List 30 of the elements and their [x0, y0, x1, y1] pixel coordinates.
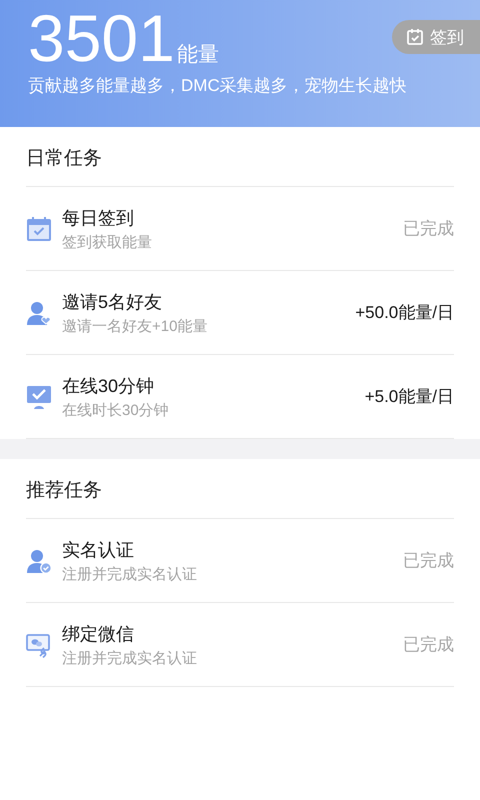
- task-description: 注册并完成实名认证: [62, 564, 198, 584]
- header-subtitle: 贡献越多能量越多，DMC采集越多，宠物生长越快: [28, 75, 408, 97]
- person-heart-icon: [26, 300, 52, 326]
- task-title: 邀请5名好友: [62, 290, 164, 314]
- task-title: 在线30分钟: [62, 374, 156, 398]
- monitor-check-icon: [26, 384, 52, 410]
- energy-unit: 能量: [176, 42, 219, 68]
- task-title: 绑定微信: [62, 622, 135, 646]
- task-description: 签到获取能量: [62, 232, 153, 252]
- task-row[interactable]: 实名认证 注册并完成实名认证 已完成: [26, 519, 454, 603]
- person-check-icon: [26, 548, 52, 574]
- completed-status: 已完成: [403, 550, 454, 572]
- calendar-check-icon: [406, 28, 424, 46]
- task-title: 实名认证: [62, 538, 135, 562]
- task-row[interactable]: 绑定微信 注册并完成实名认证 已完成: [26, 603, 454, 687]
- completed-status: 已完成: [403, 634, 454, 656]
- task-description: 邀请一名好友+10能量: [62, 316, 208, 336]
- task-row[interactable]: 邀请5名好友 邀请一名好友+10能量 +50.0能量/日: [26, 271, 454, 355]
- energy-value: 3501: [28, 6, 175, 70]
- task-description: 在线时长30分钟: [62, 400, 170, 420]
- calendar-check-icon: [26, 216, 52, 242]
- completed-status: 已完成: [403, 218, 454, 240]
- task-title: 每日签到: [62, 206, 135, 230]
- task-description: 注册并完成实名认证: [62, 648, 198, 668]
- section-title: 日常任务: [26, 127, 454, 187]
- section-title: 推荐任务: [26, 459, 454, 519]
- screen-link-icon: [26, 632, 52, 658]
- task-row[interactable]: 每日签到 签到获取能量 已完成: [26, 187, 454, 271]
- reward-value: +5.0能量/日: [364, 386, 454, 408]
- reward-value: +50.0能量/日: [355, 302, 454, 324]
